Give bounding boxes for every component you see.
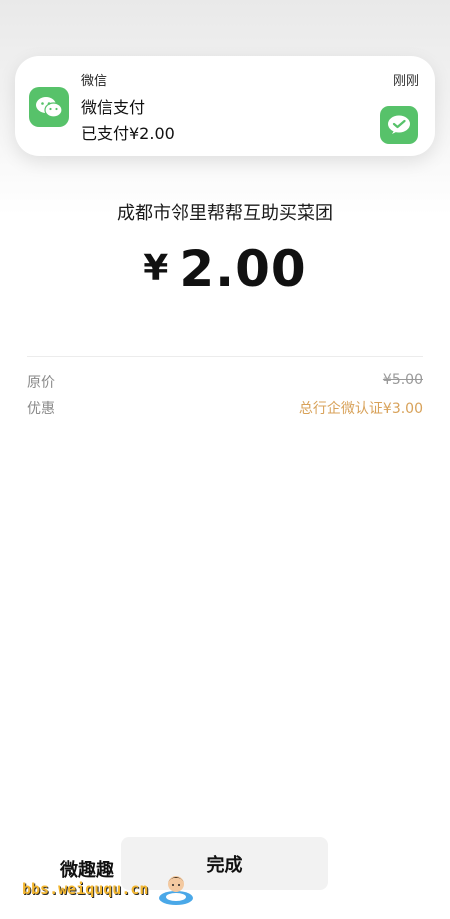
discount-label: 优惠 — [27, 401, 55, 417]
discount-value: 总行企微认证¥3.00 — [298, 401, 423, 417]
notification-title: 微信支付 — [81, 98, 146, 117]
payment-amount: ¥2.00 — [0, 240, 450, 298]
amount-value: 2.00 — [179, 240, 307, 298]
site-watermark: 微趣趣 bbs.weiququ.cn — [22, 852, 212, 912]
currency-symbol: ¥ — [143, 248, 170, 289]
original-price-value: ¥5.00 — [382, 372, 423, 388]
discount-row: 优惠 总行企微认证¥3.00 — [27, 398, 423, 418]
notification-app-name: 微信 — [81, 74, 108, 89]
original-price-label: 原价 — [27, 375, 55, 391]
watermark-mascot-icon — [159, 876, 193, 905]
merchant-name: 成都市邻里帮帮互助买菜团 — [117, 203, 333, 224]
divider — [27, 356, 423, 357]
watermark-cn-text: 微趣趣 — [60, 860, 114, 881]
notification-time: 刚刚 — [392, 74, 419, 89]
original-price-row: 原价 ¥5.00 — [27, 372, 423, 392]
wechat-icon — [29, 87, 69, 127]
wechat-notification-banner[interactable]: 微信 刚刚 微信支付 已支付¥2.00 — [15, 56, 435, 156]
notification-body: 已支付¥2.00 — [81, 124, 175, 143]
watermark-url-text: bbs.weiququ.cn — [22, 880, 149, 898]
wechat-pay-icon — [380, 106, 418, 144]
